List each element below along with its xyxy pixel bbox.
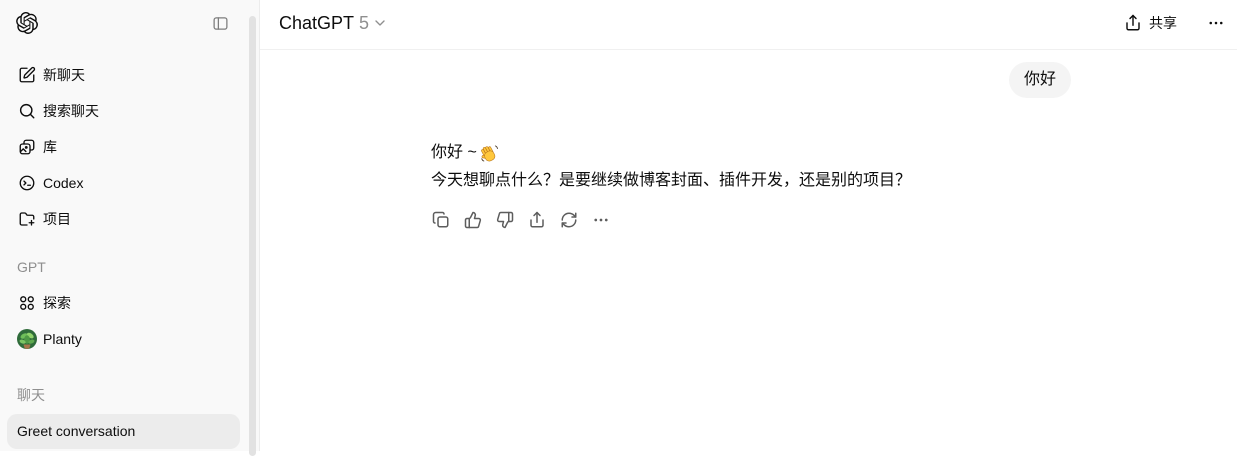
model-selector[interactable]: ChatGPT 5 — [279, 11, 388, 35]
message-actions — [425, 204, 617, 236]
assistant-greeting: 你好 ~ — [431, 144, 477, 161]
sidebar-item-library[interactable]: 库 — [7, 129, 240, 165]
search-icon — [18, 102, 36, 120]
sidebar-item-label: 探索 — [43, 295, 71, 311]
chat-main: ChatGPT 5 共享 你好 你好 ~ 今天想聊点什么？是要继续做博客封面、插… — [260, 0, 1237, 451]
sidebar-item-label: 搜索聊天 — [43, 103, 99, 119]
assistant-body: 今天想聊点什么？是要继续做博客封面、插件开发，还是别的项目？ — [431, 172, 912, 189]
assistant-greeting-line: 你好 ~ — [431, 139, 1071, 167]
section-title-gpt: GPT — [17, 259, 46, 275]
waving-hand-emoji — [480, 144, 499, 163]
share-message-button[interactable] — [521, 204, 553, 236]
more-icon — [592, 211, 610, 229]
ellipsis-icon — [1207, 14, 1225, 32]
sidebar-item-explore[interactable]: 探索 — [7, 285, 240, 321]
new-chat-icon — [18, 66, 36, 84]
sidebar-item-label: 库 — [43, 139, 57, 155]
sidebar-scrollbar[interactable] — [249, 16, 256, 456]
chat-history-item-active[interactable]: Greet conversation — [7, 414, 240, 449]
sidebar-item-label: 项目 — [43, 211, 71, 227]
sidebar-item-projects[interactable]: 项目 — [7, 201, 240, 237]
panel-left-icon — [212, 15, 229, 32]
top-bar: ChatGPT 5 共享 — [260, 0, 1237, 50]
share-button[interactable]: 共享 — [1120, 7, 1187, 39]
section-title-chats: 聊天 — [17, 387, 45, 403]
sidebar-toggle-button[interactable] — [210, 13, 230, 33]
user-message-bubble: 你好 — [1008, 62, 1071, 98]
sidebar-item-planty[interactable]: Planty — [7, 321, 240, 357]
assistant-message: 你好 ~ 今天想聊点什么？是要继续做博客封面、插件开发，还是别的项目？ — [431, 139, 1071, 195]
more-actions-button[interactable] — [585, 204, 617, 236]
openai-logo[interactable] — [16, 12, 38, 34]
codex-icon — [18, 174, 36, 192]
explore-grid-icon — [18, 294, 36, 312]
sidebar: 新聊天 搜索聊天 库 Codex 项目 GPT 探索 Planty 聊天 Gre… — [0, 0, 260, 456]
folder-plus-icon — [18, 210, 36, 228]
chevron-down-icon — [372, 15, 388, 31]
sidebar-item-codex[interactable]: Codex — [7, 165, 240, 201]
thumbs-up-button[interactable] — [457, 204, 489, 236]
share-icon — [528, 211, 546, 229]
share-icon — [1124, 14, 1142, 32]
conversation-options-button[interactable] — [1200, 7, 1232, 39]
sidebar-item-new-chat[interactable]: 新聊天 — [7, 57, 240, 93]
thumbs-up-icon — [464, 211, 482, 229]
planty-avatar — [17, 329, 37, 349]
sidebar-item-label: Planty — [43, 331, 82, 347]
share-label: 共享 — [1149, 15, 1177, 31]
sidebar-item-search-chats[interactable]: 搜索聊天 — [7, 93, 240, 129]
sidebar-item-label: Codex — [43, 175, 84, 191]
library-icon — [18, 138, 36, 156]
copy-button[interactable] — [425, 204, 457, 236]
sidebar-item-label: 新聊天 — [43, 67, 85, 83]
thumbs-down-icon — [496, 211, 514, 229]
model-version: 5 — [359, 13, 370, 33]
model-name: ChatGPT — [279, 13, 355, 33]
regenerate-icon — [560, 211, 578, 229]
copy-icon — [432, 211, 450, 229]
regenerate-button[interactable] — [553, 204, 585, 236]
thumbs-down-button[interactable] — [489, 204, 521, 236]
